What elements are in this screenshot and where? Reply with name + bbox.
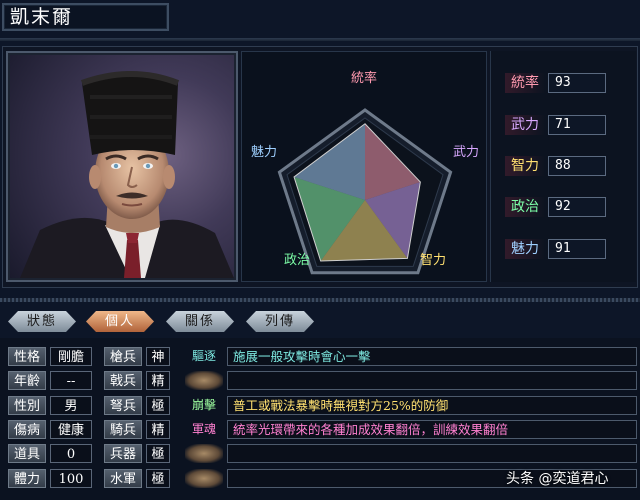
character-name: 凱末爾	[2, 3, 169, 31]
radar-label-meili: 魅力	[251, 145, 277, 160]
aptitude-value-cavalry: 精	[146, 420, 170, 439]
info-value-items: 0	[50, 444, 92, 463]
info-label-stamina: 體力	[8, 469, 46, 488]
tab-biography[interactable]: 列傳	[246, 311, 314, 332]
skill-slot-empty-icon[interactable]	[185, 444, 223, 463]
aptitude-value-crossbow: 極	[146, 396, 170, 415]
aptitude-value-halberd: 精	[146, 371, 170, 390]
info-value-stamina: 100	[50, 469, 92, 488]
info-value-injury: 健康	[50, 420, 92, 439]
aptitude-label-navy: 水軍	[104, 469, 142, 488]
stat-value: 93	[548, 73, 606, 93]
radar-label-zhili: 智力	[420, 253, 446, 268]
skill-desc-quzhu: 施展一般攻擊時會心一擊	[227, 347, 637, 366]
stat-row-wuli: 武力 71	[491, 114, 637, 136]
stat-value: 92	[548, 197, 606, 217]
skill-slot-empty-icon[interactable]	[185, 371, 223, 390]
info-label-items: 道具	[8, 444, 46, 463]
skill-name-junhun[interactable]: 軍魂	[185, 420, 223, 439]
stats-panel: 統率 93 武力 71 智力 88 政治 92 魅力 91	[490, 51, 636, 282]
stat-row-zhili: 智力 88	[491, 155, 637, 177]
info-label-gender: 性別	[8, 396, 46, 415]
skill-slot-empty-icon[interactable]	[185, 469, 223, 488]
stat-label: 政治	[505, 197, 545, 217]
skill-desc-junhun: 統率光環帶來的各種加成效果翻倍，訓練效果翻倍	[227, 420, 637, 439]
character-portrait	[10, 55, 234, 278]
skill-desc-empty	[227, 371, 637, 390]
skill-desc-bengji: 普工或戰法暴擊時無視對方25%的防御	[227, 396, 637, 415]
watermark-text: 头条 @奕道君心	[506, 471, 609, 487]
stat-label: 智力	[505, 156, 545, 176]
aptitude-label-spear: 槍兵	[104, 347, 142, 366]
info-value-gender: 男	[50, 396, 92, 415]
tab-relations[interactable]: 關係	[166, 311, 234, 332]
stat-value: 88	[548, 156, 606, 176]
section-divider	[0, 298, 640, 302]
stat-label: 統率	[505, 73, 545, 93]
skill-name-quzhu[interactable]: 驅逐	[185, 347, 223, 366]
aptitude-value-navy: 極	[146, 469, 170, 488]
stat-label: 魅力	[505, 239, 545, 259]
radar-panel: 統率 武力 智力 政治 魅力	[241, 51, 487, 282]
aptitude-value-siege: 極	[146, 444, 170, 463]
skill-desc-empty	[227, 444, 637, 463]
radar-label-zhengzhi: 政治	[284, 253, 310, 268]
aptitude-label-siege: 兵器	[104, 444, 142, 463]
stat-label: 武力	[505, 115, 545, 135]
info-value-age: --	[50, 371, 92, 390]
info-label-injury: 傷病	[8, 420, 46, 439]
radar-label-wuli: 武力	[453, 145, 479, 160]
stat-row-tongshuai: 統率 93	[491, 72, 637, 94]
info-value-personality: 剛膽	[50, 347, 92, 366]
skill-name-bengji[interactable]: 崩擊	[185, 396, 223, 415]
tab-status[interactable]: 狀態	[8, 311, 76, 332]
stat-value: 71	[548, 115, 606, 135]
stat-value: 91	[548, 239, 606, 259]
info-label-personality: 性格	[8, 347, 46, 366]
aptitude-value-spear: 神	[146, 347, 170, 366]
tab-personal[interactable]: 個人	[86, 311, 154, 332]
radar-label-tongshuai: 統率	[351, 70, 377, 86]
portrait-illustration	[20, 71, 234, 278]
stat-row-zhengzhi: 政治 92	[491, 196, 637, 218]
ability-radar-chart: 統率 武力 智力 政治 魅力	[251, 70, 479, 275]
aptitude-label-cavalry: 騎兵	[104, 420, 142, 439]
aptitude-label-halberd: 戟兵	[104, 371, 142, 390]
stat-row-meili: 魅力 91	[491, 238, 637, 260]
title-divider	[0, 38, 640, 41]
info-label-age: 年齡	[8, 371, 46, 390]
aptitude-label-crossbow: 弩兵	[104, 396, 142, 415]
